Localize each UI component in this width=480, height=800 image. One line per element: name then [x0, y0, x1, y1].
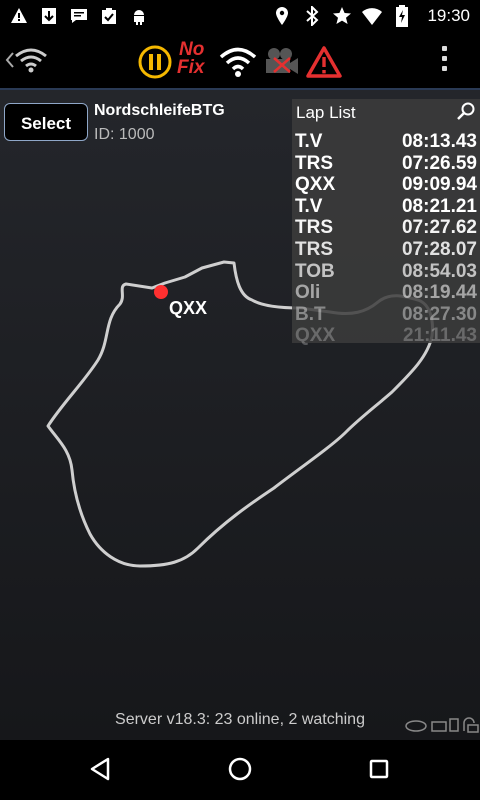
- lap-driver: T.V: [295, 195, 323, 217]
- lap-time: 07:26.59: [401, 152, 477, 174]
- lap-row[interactable]: Oli 08:19.44: [292, 282, 480, 304]
- lap-time: 08:27.30: [401, 303, 477, 325]
- lap-driver: B.T: [295, 303, 326, 325]
- lap-row[interactable]: T.V 08:13.43: [292, 131, 480, 153]
- lap-driver: Oli: [295, 282, 321, 304]
- lap-driver: TOB: [295, 260, 335, 282]
- lap-row[interactable]: QXX 09:09.94: [292, 174, 480, 196]
- lap-driver: TRS: [295, 238, 333, 260]
- lap-row[interactable]: TRS 07:27.62: [292, 217, 480, 239]
- lap-row[interactable]: TOB 08:54.03: [292, 261, 480, 283]
- lap-row[interactable]: B.T 08:27.30: [292, 304, 480, 326]
- car-marker[interactable]: [154, 285, 168, 299]
- lap-row[interactable]: TRS 07:26.59: [292, 153, 480, 175]
- lap-row[interactable]: T.V 08:21.21: [292, 196, 480, 218]
- home-circle-icon[interactable]: [228, 757, 252, 786]
- lap-time: 07:28.07: [401, 238, 477, 260]
- device-status-icons: [404, 716, 480, 739]
- lap-time: 09:09.94: [401, 174, 477, 196]
- lap-driver: TRS: [295, 217, 333, 239]
- lap-driver: QXX: [295, 174, 336, 196]
- lap-driver: TRS: [295, 152, 333, 174]
- select-track-button[interactable]: Select: [4, 103, 88, 141]
- lap-rows: T.V 08:13.43 TRS 07:26.59 QXX 09:09.94 T…: [292, 131, 480, 347]
- lap-time: 08:19.44: [401, 282, 477, 304]
- lap-time: 08:54.03: [401, 260, 477, 282]
- lap-time: 21:11.43: [403, 325, 477, 347]
- lap-time: 08:13.43: [401, 131, 477, 152]
- lap-driver: T.V: [295, 131, 323, 152]
- search-icon[interactable]: [456, 101, 476, 121]
- lap-list-title: Lap List: [296, 103, 356, 122]
- recents-square-icon[interactable]: [369, 759, 389, 784]
- track-name: NordschleifeBTG: [94, 102, 225, 119]
- lap-time: 07:27.62: [401, 217, 477, 239]
- lap-list-panel[interactable]: Lap List T.V 08:13.43 TRS 07:26.59 QXX 0…: [292, 99, 480, 346]
- system-nav-bar: [0, 740, 480, 800]
- back-triangle-icon[interactable]: [89, 757, 111, 786]
- lap-row[interactable]: QXX 21:11.43: [292, 325, 480, 347]
- car-label: QXX: [169, 298, 208, 318]
- track-id: ID: 1000: [94, 126, 155, 143]
- lap-row[interactable]: TRS 07:28.07: [292, 239, 480, 261]
- lap-driver: QXX: [295, 325, 336, 347]
- lap-time: 08:21.21: [401, 195, 477, 217]
